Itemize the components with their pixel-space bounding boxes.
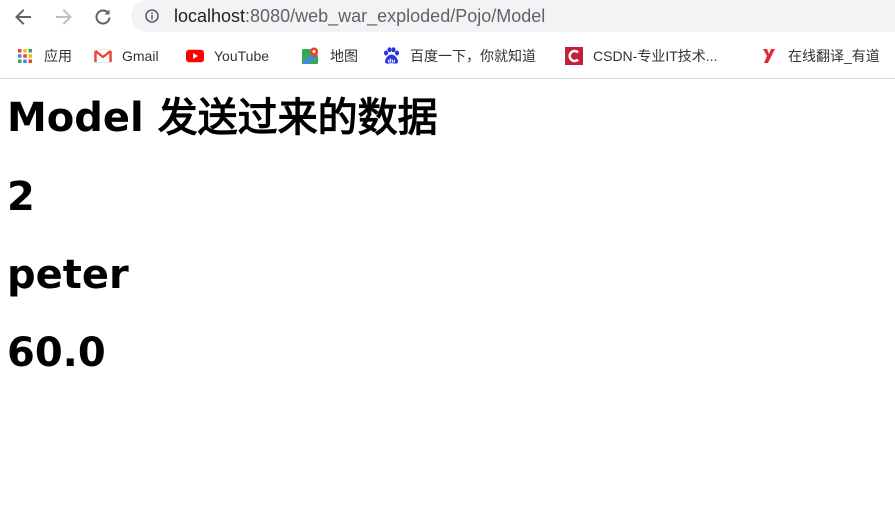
bookmark-youdao[interactable]: 在线翻译_有道 [760, 46, 880, 66]
name-value: peter [7, 252, 129, 298]
url-path: :8080/web_war_exploded/Pojo/Model [245, 6, 546, 26]
bookmark-youtube[interactable]: YouTube [186, 46, 269, 66]
arrow-left-icon [15, 9, 31, 25]
bookmark-label: CSDN-专业IT技术... [593, 48, 718, 64]
apps-grid-icon [16, 47, 34, 65]
baidu-paw-icon: du [382, 47, 400, 65]
bookmark-csdn[interactable]: CSDN-专业IT技术... [565, 46, 717, 66]
id-value: 2 [7, 174, 35, 220]
reload-icon [95, 9, 111, 25]
bookmark-maps[interactable]: 地图 [302, 46, 358, 66]
bookmark-label: YouTube [214, 48, 270, 64]
info-circle-icon[interactable] [145, 9, 159, 23]
reload-button[interactable] [90, 4, 116, 30]
bookmark-label: 百度一下，你就知道 [410, 48, 536, 64]
bookmark-baidu[interactable]: du 百度一下，你就知道 [382, 46, 536, 66]
bookmarks-bar: 应用 Gmail YouTube 地图 du 百度一下，你就知道 CSDN-专业… [0, 40, 895, 72]
gmail-icon [94, 47, 112, 65]
bookmark-gmail[interactable]: Gmail [94, 46, 159, 66]
forward-button[interactable] [51, 4, 77, 30]
url-host: localhost [174, 6, 246, 26]
url-text[interactable]: localhost:8080/web_war_exploded/Pojo/Mod… [174, 6, 545, 26]
arrow-right-icon [56, 9, 72, 25]
bookmark-label: 应用 [44, 48, 72, 64]
csdn-icon [565, 47, 583, 65]
bookmark-apps[interactable]: 应用 [16, 46, 72, 66]
bookmark-label: 地图 [330, 48, 358, 64]
back-button[interactable] [10, 4, 36, 30]
bookmark-label: 在线翻译_有道 [788, 48, 880, 64]
bookmark-label: Gmail [122, 48, 159, 64]
score-value: 60.0 [7, 330, 106, 376]
address-bar[interactable]: localhost:8080/web_war_exploded/Pojo/Mod… [131, 0, 895, 32]
browser-chrome: localhost:8080/web_war_exploded/Pojo/Mod… [0, 0, 895, 79]
maps-icon [302, 47, 320, 65]
page-heading: Model 发送过来的数据 [7, 95, 438, 141]
youdao-icon [760, 47, 778, 65]
browser-toolbar: localhost:8080/web_war_exploded/Pojo/Mod… [0, 0, 895, 34]
svg-text:du: du [388, 59, 396, 65]
youtube-icon [186, 47, 204, 65]
